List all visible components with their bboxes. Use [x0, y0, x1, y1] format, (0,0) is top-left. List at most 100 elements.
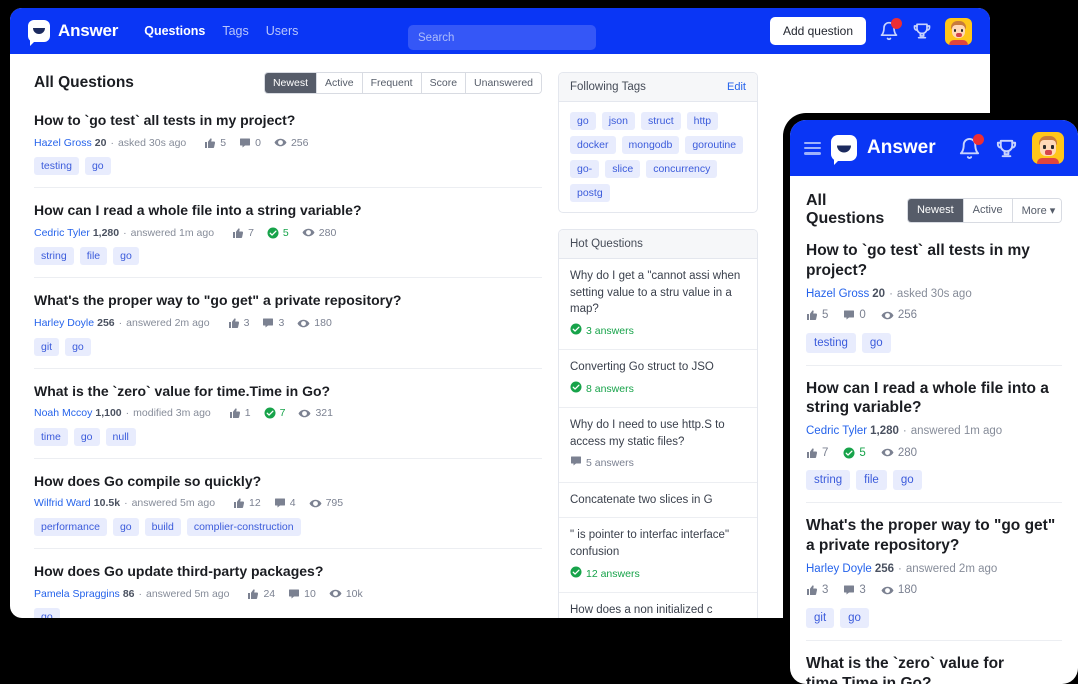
- question-author[interactable]: Noah Mccoy: [34, 407, 92, 419]
- question-author[interactable]: Cedric Tyler: [806, 425, 867, 437]
- tag-chip[interactable]: testing: [806, 332, 856, 353]
- tag-chip[interactable]: string: [34, 247, 74, 266]
- tag-chip[interactable]: http: [686, 112, 719, 130]
- question-title[interactable]: What's the proper way to "go get" a priv…: [34, 291, 542, 309]
- tag-chip[interactable]: file: [79, 247, 108, 266]
- question-title[interactable]: How to `go test` all tests in my project…: [34, 111, 542, 129]
- bell-icon[interactable]: [879, 18, 902, 41]
- question-item[interactable]: What's the proper way to "go get" a priv…: [806, 502, 1062, 640]
- tag-chip[interactable]: go: [65, 337, 91, 356]
- question-title[interactable]: How to `go test` all tests in my project…: [806, 241, 1062, 281]
- tab-active[interactable]: Active: [316, 73, 363, 93]
- edit-tags-link[interactable]: Edit: [727, 81, 746, 93]
- mobile-header-actions: [958, 132, 1064, 164]
- tab-unanswered[interactable]: Unanswered: [466, 73, 541, 93]
- question-author[interactable]: Harley Doyle: [806, 563, 872, 575]
- question-title[interactable]: What is the `zero` value for time.Time i…: [806, 654, 1062, 684]
- nav-item-users[interactable]: Users: [266, 24, 299, 38]
- tag-chip[interactable]: go: [570, 112, 596, 130]
- tag-chip[interactable]: testing: [34, 157, 79, 176]
- hamburger-menu-icon[interactable]: [804, 141, 821, 155]
- question-title[interactable]: How does Go update third-party packages?: [34, 562, 542, 580]
- tag-chip[interactable]: null: [105, 427, 136, 446]
- question-title[interactable]: What is the `zero` value for time.Time i…: [34, 382, 542, 400]
- tag-chip[interactable]: complier-construction: [186, 517, 301, 536]
- tag-chip[interactable]: go: [861, 332, 891, 353]
- tab-score[interactable]: Score: [421, 73, 467, 93]
- add-question-button[interactable]: Add question: [769, 17, 866, 45]
- nav-item-tags[interactable]: Tags: [222, 24, 248, 38]
- question-tags: testing go: [806, 332, 1062, 353]
- tag-chip[interactable]: go-: [570, 160, 600, 178]
- question-item[interactable]: How can I read a whole file into a strin…: [34, 187, 542, 277]
- hot-question-item[interactable]: Converting Go struct to JSO 8 answers: [559, 349, 757, 407]
- tag-chip[interactable]: json: [601, 112, 635, 130]
- tag-chip[interactable]: postg: [570, 184, 610, 202]
- question-meta: Harley Doyle 256 · answered 2m ago 3 3 180: [806, 563, 1062, 597]
- tag-chip[interactable]: goroutine: [685, 136, 744, 154]
- tag-chip[interactable]: string: [806, 470, 851, 491]
- hot-question-item[interactable]: How does a non initialized c behave?: [559, 591, 757, 618]
- question-item[interactable]: How to `go test` all tests in my project…: [34, 107, 542, 187]
- search-input[interactable]: [408, 25, 596, 50]
- tag-chip[interactable]: time: [34, 427, 68, 446]
- question-item[interactable]: How does Go compile so quickly? Wilfrid W…: [34, 457, 542, 548]
- question-meta: Cedric Tyler 1,280 · answered 1m ago 7 5 280: [806, 425, 1062, 459]
- tag-chip[interactable]: git: [806, 607, 835, 628]
- tag-chip[interactable]: go: [892, 470, 922, 491]
- tab-newest[interactable]: Newest: [907, 198, 964, 222]
- question-stats: 3 3 180: [228, 317, 332, 330]
- tag-chip[interactable]: go: [34, 608, 60, 618]
- tag-chip[interactable]: go: [113, 247, 139, 266]
- hot-question-item[interactable]: Why do I get a "cannot assi when setting…: [559, 259, 757, 349]
- question-item[interactable]: What is the `zero` value for time.Time i…: [34, 367, 542, 458]
- question-author[interactable]: Hazel Gross: [34, 137, 92, 149]
- tab-newest[interactable]: Newest: [264, 73, 317, 93]
- tag-chip[interactable]: build: [144, 517, 181, 536]
- question-item[interactable]: How can I read a whole file into a strin…: [806, 364, 1062, 503]
- hot-question-item[interactable]: Why do I need to use http.S to access my…: [559, 407, 757, 482]
- tag-chip[interactable]: performance: [34, 517, 107, 536]
- sort-tabs: Newest Active More ▾: [906, 197, 1062, 223]
- trophy-icon[interactable]: [912, 21, 932, 41]
- tag-chip[interactable]: struct: [640, 112, 681, 130]
- question-author[interactable]: Pamela Spraggins: [34, 588, 120, 600]
- page-title: All Questions: [34, 74, 134, 91]
- question-item[interactable]: What's the proper way to "go get" a priv…: [34, 277, 542, 367]
- tag-chip[interactable]: go: [73, 427, 100, 446]
- tab-active[interactable]: Active: [963, 198, 1013, 222]
- tag-chip[interactable]: go: [112, 517, 139, 536]
- question-item[interactable]: What is the `zero` value for time.Time i…: [806, 639, 1062, 684]
- hot-question-item[interactable]: " is pointer to interfac interface" conf…: [559, 517, 757, 592]
- user-avatar[interactable]: [1032, 132, 1064, 164]
- mobile-question-list: How to `go test` all tests in my project…: [806, 239, 1062, 684]
- question-title[interactable]: How does Go compile so quickly?: [34, 472, 542, 490]
- hot-question-item[interactable]: Concatenate two slices in G: [559, 481, 757, 518]
- tag-chip[interactable]: go: [84, 157, 111, 176]
- bell-icon[interactable]: [958, 133, 984, 160]
- question-tags: time go null: [34, 427, 542, 446]
- tag-chip[interactable]: mongodb: [621, 136, 680, 154]
- question-author[interactable]: Wilfrid Ward: [34, 497, 91, 509]
- question-item[interactable]: How does Go update third-party packages?…: [34, 547, 542, 618]
- question-author[interactable]: Cedric Tyler: [34, 227, 90, 239]
- tab-frequent[interactable]: Frequent: [362, 73, 422, 93]
- question-author[interactable]: Hazel Gross: [806, 288, 869, 300]
- tag-chip[interactable]: file: [856, 470, 887, 491]
- tag-chip[interactable]: go: [840, 607, 869, 628]
- question-title[interactable]: What's the proper way to "go get" a priv…: [806, 516, 1062, 556]
- nav-item-questions[interactable]: Questions: [144, 24, 205, 38]
- question-title[interactable]: How can I read a whole file into a strin…: [34, 201, 542, 219]
- user-avatar[interactable]: [945, 17, 972, 45]
- question-author[interactable]: Harley Doyle: [34, 317, 94, 329]
- brand-logo[interactable]: Answer: [28, 20, 118, 42]
- tag-chip[interactable]: docker: [570, 136, 616, 154]
- tab-more[interactable]: More ▾: [1012, 198, 1061, 222]
- question-title[interactable]: How can I read a whole file into a strin…: [806, 379, 1062, 419]
- tag-chip[interactable]: slice: [605, 160, 641, 178]
- trophy-icon[interactable]: [995, 137, 1018, 160]
- question-item[interactable]: How to `go test` all tests in my project…: [806, 239, 1062, 365]
- tag-chip[interactable]: concurrency: [646, 160, 718, 178]
- view-count: 10k: [329, 587, 363, 600]
- tag-chip[interactable]: git: [34, 337, 60, 356]
